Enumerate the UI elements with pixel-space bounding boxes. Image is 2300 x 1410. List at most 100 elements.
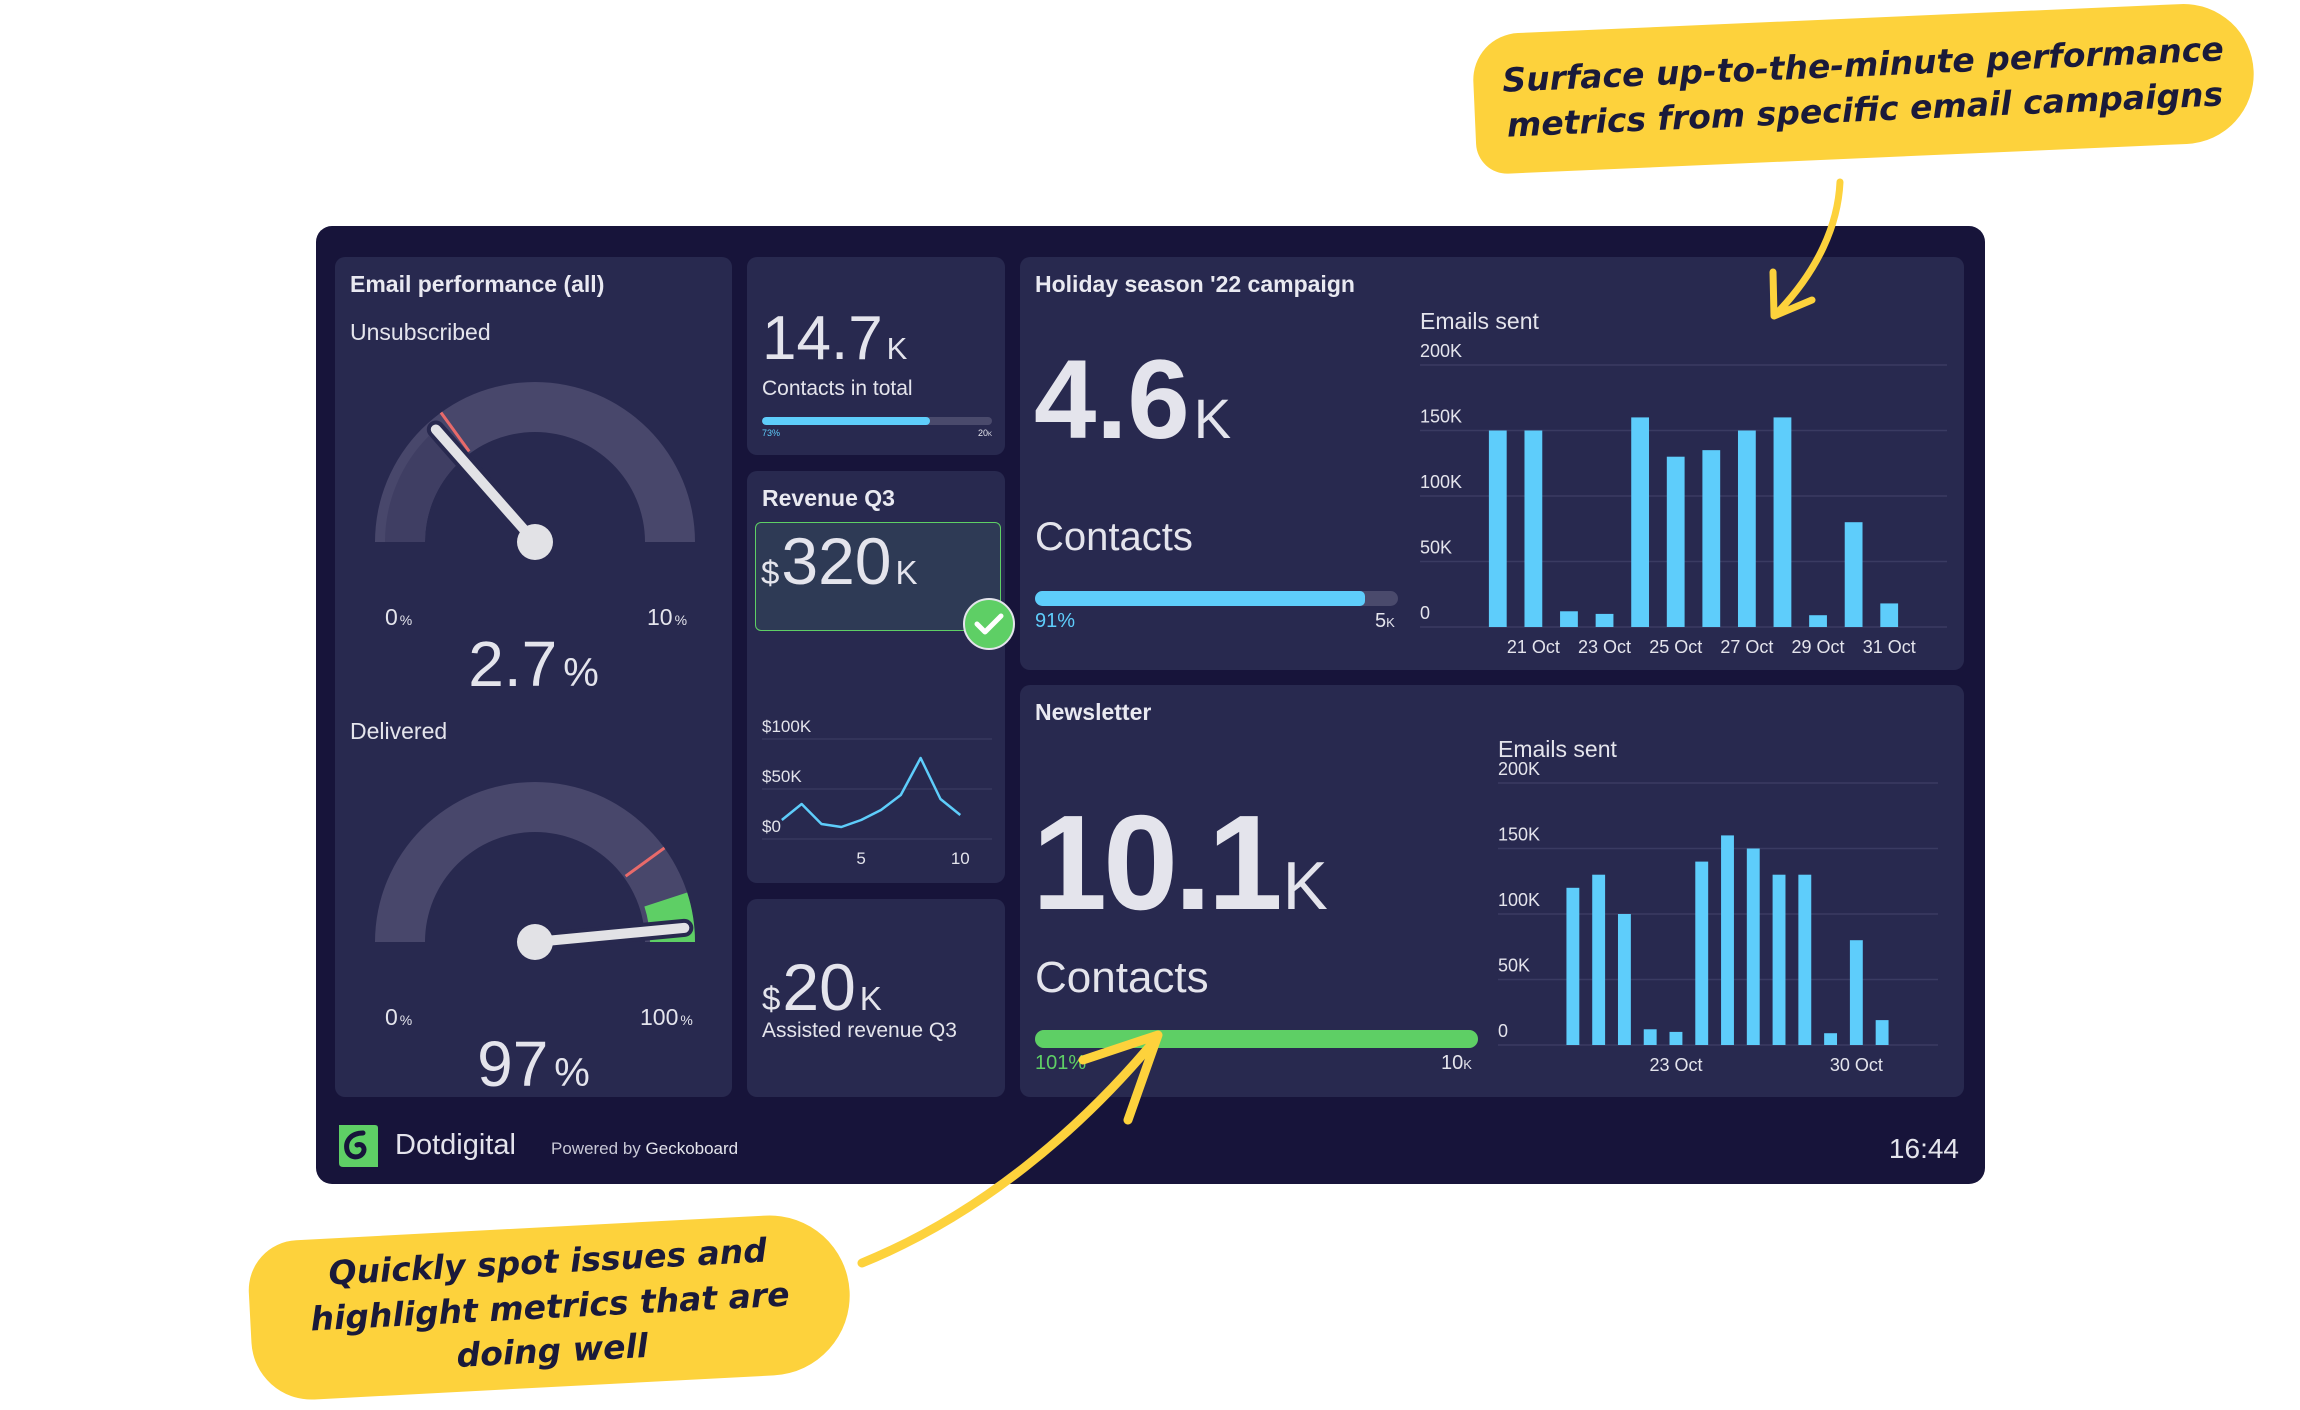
x-tick-label: 27 Oct (1720, 637, 1773, 657)
x-tick-label: 10 (951, 849, 970, 868)
bar-27-oct (1737, 430, 1756, 627)
newsletter-card[interactable]: Newsletter 10.1K Contacts 101% 10K Email… (1020, 685, 1964, 1097)
y-tick-label: $50K (762, 767, 802, 786)
y-tick-label: 50K (1420, 538, 1452, 558)
dashboard: Email performance (all) Unsubscribed 0% … (316, 226, 1985, 1184)
progress-fill (762, 417, 930, 425)
contacts-total-value: 14.7 K (762, 304, 908, 373)
delivered-label: Delivered (350, 718, 448, 744)
y-tick-label: 100K (1420, 472, 1462, 492)
unsubscribed-label: Unsubscribed (350, 319, 491, 345)
y-tick-label: $0 (762, 817, 781, 836)
y-tick-label: 150K (1420, 407, 1462, 427)
y-tick-label: 50K (1498, 956, 1530, 976)
progress-percent: 91% (1035, 610, 1076, 632)
card-title: Email performance (all) (350, 271, 605, 297)
progress-percent: 101% (1035, 1052, 1087, 1074)
unsubscribed-gauge (375, 382, 695, 560)
y-tick-label: 0 (1420, 603, 1430, 623)
chart-title: Emails sent (1420, 308, 1539, 334)
holiday-progress (1035, 591, 1398, 606)
bar-31-oct (1880, 603, 1899, 627)
bar-30-oct (1844, 522, 1863, 627)
bar-25-oct (1666, 456, 1685, 627)
assisted-revenue-value: $20 K (762, 950, 882, 1024)
progress-goal: 20K (977, 428, 992, 438)
newsletter-progress (1035, 1030, 1478, 1048)
bar-22-oct (1560, 611, 1578, 627)
bar-31-oct (1875, 1020, 1889, 1045)
bar-27-oct (1772, 874, 1786, 1045)
bar-26-oct (1702, 450, 1721, 627)
revenue-q3-card[interactable]: Revenue Q3 $320 K $0 $50K $100K 5 10 (747, 471, 1015, 883)
bar-19-oct (1566, 887, 1580, 1045)
holiday-contacts-value: 4.6K (1034, 337, 1232, 462)
unsubscribed-value: 2.7% (468, 628, 599, 700)
bar-29-oct (1824, 1033, 1838, 1045)
x-tick-label: 21 Oct (1507, 637, 1560, 657)
revenue-line-chart: $0 $50K $100K 5 10 (762, 717, 992, 868)
progress-percent: 73% (762, 428, 781, 438)
contacts-total-card[interactable]: 14.7 K Contacts in total 73% 20K (747, 257, 1005, 455)
x-tick-label: 29 Oct (1792, 637, 1845, 657)
progress-fill (1035, 1030, 1478, 1048)
delivered-value: 97% (477, 1028, 590, 1100)
newsletter-emails-sent-chart: Emails sent050K100K150K200K23 Oct 30 Oct (1498, 736, 1938, 1075)
y-tick-label: 0 (1498, 1021, 1508, 1041)
y-tick-label: $100K (762, 717, 812, 736)
bar-24-oct (1631, 417, 1650, 627)
dotdigital-logo-icon (339, 1125, 378, 1167)
gauge-needle-hub (517, 524, 553, 560)
newsletter-contacts-value: 10.1K (1032, 787, 1328, 938)
assisted-revenue-card[interactable]: $20 K Assisted revenue Q3 (747, 899, 1005, 1097)
x-tick-label: 25 Oct (1649, 637, 1702, 657)
holiday-campaign-card[interactable]: Holiday season '22 campaign 4.6K Contact… (1020, 257, 1964, 670)
bar-30-oct (1849, 940, 1863, 1045)
goal-met-check-icon (963, 598, 1015, 650)
bar-26-oct (1746, 848, 1760, 1045)
bar-29-oct (1809, 615, 1827, 627)
y-tick-label: 100K (1498, 890, 1540, 910)
card-title: Newsletter (1035, 699, 1152, 725)
bar-21-oct (1524, 430, 1543, 627)
x-tick-label: 23 Oct (1578, 637, 1631, 657)
revenue-line (781, 756, 962, 829)
contacts-total-progress (762, 417, 992, 425)
card-title: Holiday season '22 campaign (1035, 271, 1355, 297)
bar-28-oct (1773, 417, 1792, 627)
progress-fill (1035, 591, 1366, 606)
bar-20-oct (1488, 430, 1507, 627)
x-tick-label: 5 (856, 849, 865, 868)
y-tick-label: 200K (1498, 759, 1540, 779)
callout-campaign-metrics: Surface up-to-the-minute performance met… (1471, 1, 2257, 175)
callout-text: Surface up-to-the-minute performance met… (1501, 29, 2225, 145)
callout-text: Quickly spot issues and highlight metric… (309, 1230, 791, 1376)
bar-21-oct (1617, 914, 1631, 1045)
y-tick-label: 150K (1498, 825, 1540, 845)
email-performance-card[interactable]: Email performance (all) Unsubscribed 0% … (335, 257, 732, 1100)
footer: Dotdigital Powered by Geckoboard 16:44 (335, 1123, 1965, 1173)
holiday-emails-sent-chart: Emails sent 0 50K 100K 150K 200K 21 Oct 23 Oct 2… (1420, 308, 1947, 657)
bar-23-oct (1669, 1031, 1683, 1045)
powered-by[interactable]: Powered by Geckoboard (551, 1139, 738, 1159)
brand-name: Dotdigital (395, 1129, 516, 1161)
bar-24-oct (1695, 861, 1709, 1045)
delivered-gauge (375, 782, 695, 960)
clock: 16:44 (1888, 1133, 1959, 1164)
holiday-contacts-label: Contacts (1035, 515, 1193, 559)
x-tick-label: 23 Oct (1649, 1055, 1702, 1075)
callout-spot-issues: Quickly spot issues and highlight metric… (246, 1211, 854, 1403)
gauge-needle (430, 424, 540, 547)
assisted-revenue-label: Assisted revenue Q3 (762, 1019, 957, 1042)
x-tick-label: 30 Oct (1830, 1055, 1883, 1075)
contacts-total-label: Contacts in total (762, 377, 913, 400)
card-title: Revenue Q3 (762, 485, 895, 511)
y-tick-label: 200K (1420, 341, 1462, 361)
bar-23-oct (1595, 613, 1614, 627)
revenue-value: $320 K (761, 524, 918, 598)
bar-20-oct (1592, 874, 1606, 1045)
progress-goal: 5K (1375, 610, 1395, 632)
x-tick-label: 31 Oct (1863, 637, 1916, 657)
newsletter-contacts-label: Contacts (1035, 953, 1209, 1002)
bar-25-oct (1721, 835, 1734, 1045)
